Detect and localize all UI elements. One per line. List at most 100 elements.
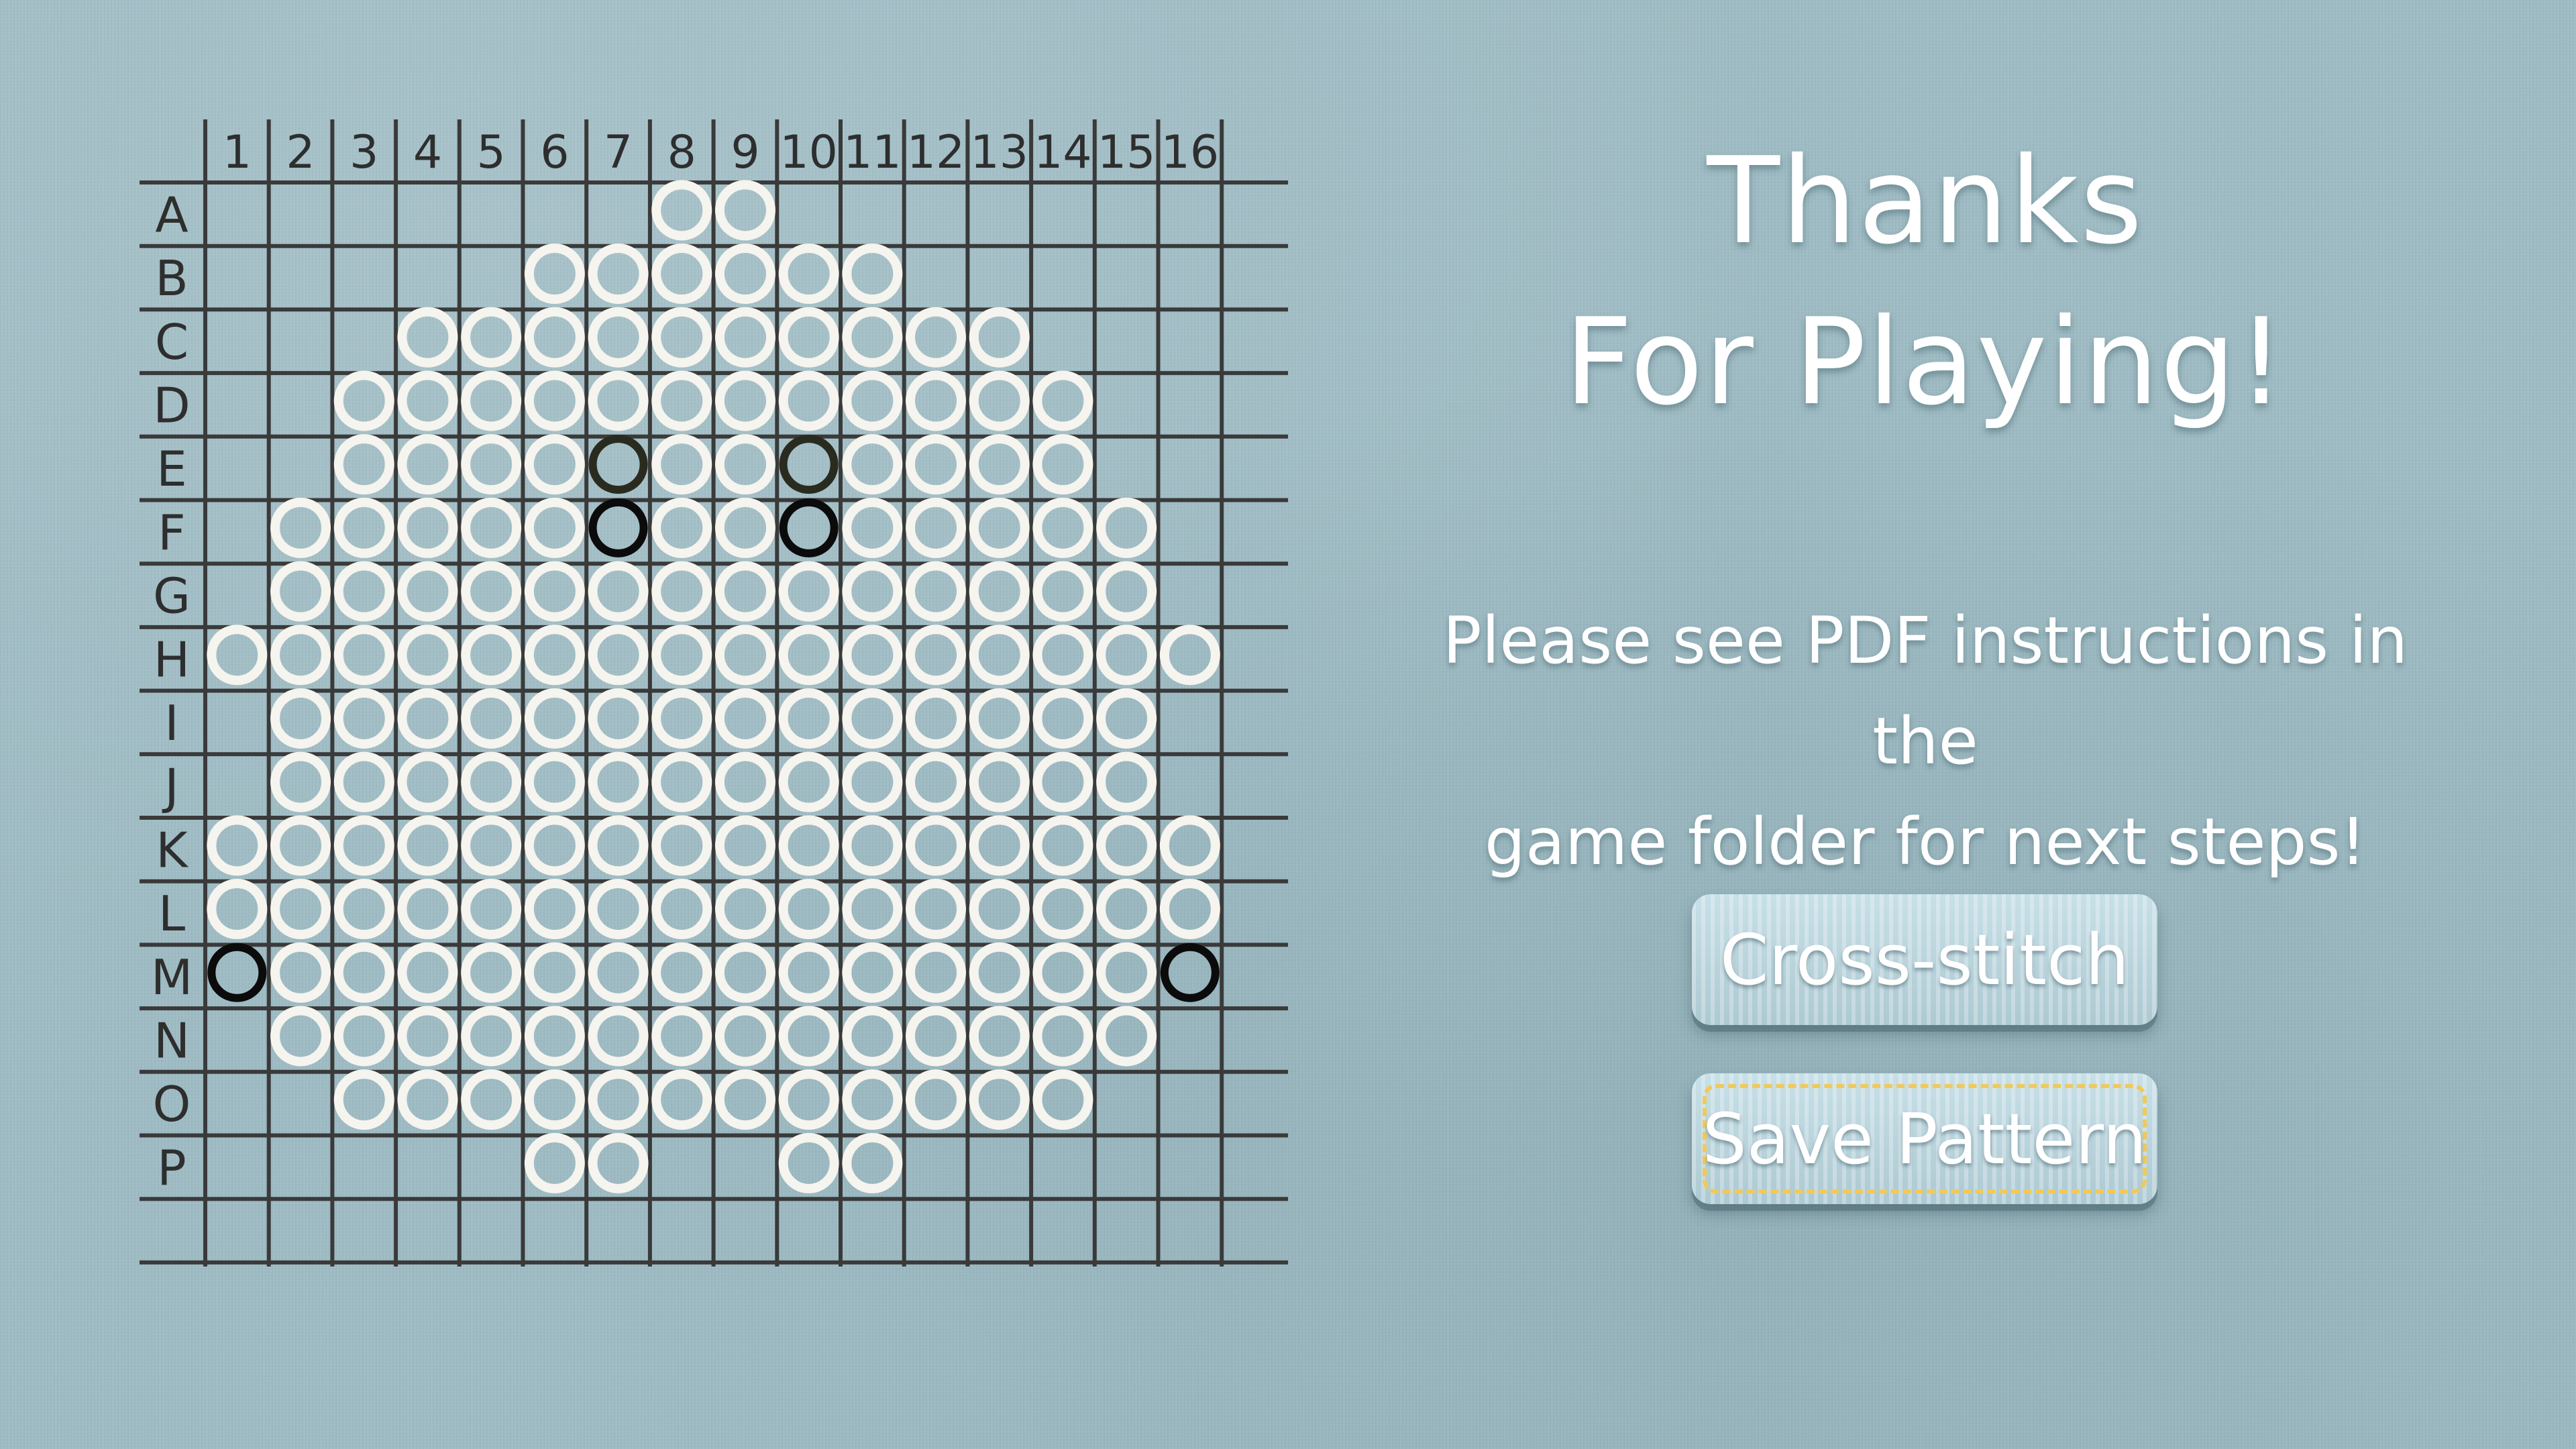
stitch-L3[interactable] [333, 879, 394, 940]
stitch-H1[interactable] [207, 625, 268, 686]
stitch-K12[interactable] [906, 815, 967, 876]
stitch-M10[interactable] [778, 942, 839, 1003]
stitch-M2[interactable] [270, 942, 331, 1003]
stitch-N10[interactable] [778, 1006, 839, 1067]
stitch-L2[interactable] [270, 879, 331, 940]
stitch-J6[interactable] [524, 751, 585, 812]
stitch-N5[interactable] [461, 1006, 522, 1067]
stitch-L13[interactable] [969, 879, 1030, 940]
stitch-O6[interactable] [524, 1069, 585, 1130]
stitch-M5[interactable] [461, 942, 522, 1003]
stitch-G5[interactable] [461, 561, 522, 622]
stitch-G2[interactable] [270, 561, 331, 622]
stitch-C10[interactable] [778, 307, 839, 368]
stitch-C12[interactable] [906, 307, 967, 368]
stitch-I15[interactable] [1096, 688, 1157, 749]
stitch-N15[interactable] [1096, 1006, 1157, 1067]
stitch-H10[interactable] [778, 625, 839, 686]
stitch-E4[interactable] [397, 434, 458, 495]
stitch-I12[interactable] [906, 688, 967, 749]
stitch-K15[interactable] [1096, 815, 1157, 876]
stitch-K9[interactable] [714, 815, 775, 876]
stitch-F7[interactable] [588, 498, 648, 557]
stitch-L8[interactable] [651, 879, 712, 940]
stitch-I13[interactable] [969, 688, 1030, 749]
stitch-J12[interactable] [906, 751, 967, 812]
stitch-J13[interactable] [969, 751, 1030, 812]
stitch-J5[interactable] [461, 751, 522, 812]
stitch-P7[interactable] [588, 1132, 649, 1193]
stitch-G6[interactable] [524, 561, 585, 622]
stitch-K7[interactable] [588, 815, 649, 876]
stitch-M3[interactable] [333, 942, 394, 1003]
stitch-G15[interactable] [1096, 561, 1157, 622]
stitch-F2[interactable] [270, 497, 331, 558]
stitch-E7[interactable] [588, 435, 648, 494]
stitch-J8[interactable] [651, 751, 712, 812]
stitch-K6[interactable] [524, 815, 585, 876]
stitch-L6[interactable] [524, 879, 585, 940]
save-pattern-button[interactable]: Save Pattern [1692, 1073, 2157, 1204]
stitch-D8[interactable] [651, 370, 712, 431]
stitch-I7[interactable] [588, 688, 649, 749]
stitch-K16[interactable] [1159, 815, 1220, 876]
stitch-N7[interactable] [588, 1006, 649, 1067]
stitch-C13[interactable] [969, 307, 1030, 368]
stitch-H14[interactable] [1032, 625, 1093, 686]
stitch-E8[interactable] [651, 434, 712, 495]
stitch-N2[interactable] [270, 1006, 331, 1067]
stitch-J14[interactable] [1032, 751, 1093, 812]
stitch-K11[interactable] [842, 815, 903, 876]
stitch-H5[interactable] [461, 625, 522, 686]
stitch-E5[interactable] [461, 434, 522, 495]
stitch-B7[interactable] [588, 244, 649, 305]
stitch-H13[interactable] [969, 625, 1030, 686]
stitch-O12[interactable] [906, 1069, 967, 1130]
stitch-H7[interactable] [588, 625, 649, 686]
stitch-L11[interactable] [842, 879, 903, 940]
stitch-I9[interactable] [714, 688, 775, 749]
stitch-M15[interactable] [1096, 942, 1157, 1003]
stitch-F8[interactable] [651, 497, 712, 558]
stitch-D14[interactable] [1032, 370, 1093, 431]
stitch-D9[interactable] [714, 370, 775, 431]
stitch-G11[interactable] [842, 561, 903, 622]
stitch-G12[interactable] [906, 561, 967, 622]
stitch-C5[interactable] [461, 307, 522, 368]
stitch-D10[interactable] [778, 370, 839, 431]
stitch-P11[interactable] [842, 1132, 903, 1193]
stitch-P6[interactable] [524, 1132, 585, 1193]
stitch-J2[interactable] [270, 751, 331, 812]
stitch-E10[interactable] [779, 435, 839, 494]
stitch-K13[interactable] [969, 815, 1030, 876]
stitch-O4[interactable] [397, 1069, 458, 1130]
stitch-G14[interactable] [1032, 561, 1093, 622]
stitch-O11[interactable] [842, 1069, 903, 1130]
stitch-E9[interactable] [714, 434, 775, 495]
stitch-I10[interactable] [778, 688, 839, 749]
stitch-M6[interactable] [524, 942, 585, 1003]
stitch-D4[interactable] [397, 370, 458, 431]
stitch-L7[interactable] [588, 879, 649, 940]
stitch-D7[interactable] [588, 370, 649, 431]
stitch-K10[interactable] [778, 815, 839, 876]
stitch-N6[interactable] [524, 1006, 585, 1067]
stitch-M13[interactable] [969, 942, 1030, 1003]
stitch-D11[interactable] [842, 370, 903, 431]
stitch-F10[interactable] [779, 498, 839, 557]
stitch-J7[interactable] [588, 751, 649, 812]
stitch-I6[interactable] [524, 688, 585, 749]
stitch-H6[interactable] [524, 625, 585, 686]
stitch-J15[interactable] [1096, 751, 1157, 812]
stitch-C9[interactable] [714, 307, 775, 368]
stitch-C7[interactable] [588, 307, 649, 368]
stitch-I14[interactable] [1032, 688, 1093, 749]
stitch-L16[interactable] [1159, 879, 1220, 940]
stitch-G10[interactable] [778, 561, 839, 622]
stitch-N9[interactable] [714, 1006, 775, 1067]
stitch-D6[interactable] [524, 370, 585, 431]
stitch-M12[interactable] [906, 942, 967, 1003]
stitch-F15[interactable] [1096, 497, 1157, 558]
stitch-E13[interactable] [969, 434, 1030, 495]
stitch-O3[interactable] [333, 1069, 394, 1130]
